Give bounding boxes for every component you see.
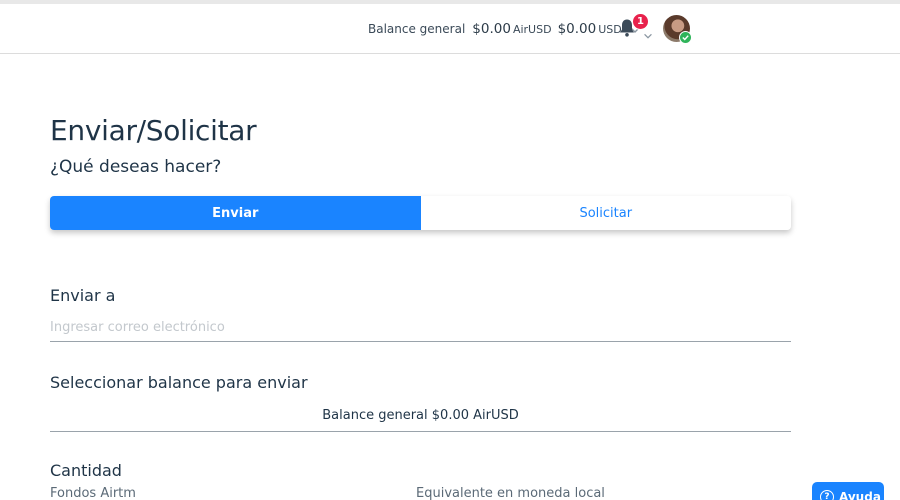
question-mark-icon: ? <box>820 490 834 500</box>
tab-enviar[interactable]: Enviar <box>50 196 421 230</box>
balance-currency-airusd: AirUSD <box>512 22 552 36</box>
select-balance-label: Seleccionar balance para enviar <box>50 373 308 392</box>
balance-amount-airusd: $0.00 <box>472 21 511 37</box>
notifications-button[interactable]: 1 <box>616 13 658 42</box>
local-currency-equivalent-label: Equivalente en moneda local <box>416 486 605 500</box>
send-request-toggle: Enviar Solicitar <box>50 196 791 230</box>
help-button[interactable]: ? Ayuda <box>812 482 884 500</box>
amount-label: Cantidad <box>50 461 122 480</box>
verified-check-icon <box>679 31 692 44</box>
chevron-down-icon <box>642 27 654 46</box>
avatar[interactable] <box>663 15 692 44</box>
selected-balance-value: Balance general $0.00 AirUSD <box>322 408 519 423</box>
page-title: Enviar/Solicitar <box>50 114 257 147</box>
action-question: ¿Qué deseas hacer? <box>50 157 222 177</box>
tab-solicitar[interactable]: Solicitar <box>420 196 791 230</box>
help-label: Ayuda <box>839 490 881 500</box>
balance-amount-usd: $0.00 <box>557 21 597 37</box>
funds-airtm-label: Fondos Airtm <box>50 486 136 500</box>
balance-summary-dropdown[interactable]: Balance general $0.00 AirUSD $0.00 USD <box>368 18 642 40</box>
top-header: Balance general $0.00 AirUSD $0.00 USD 1 <box>0 4 900 54</box>
balance-select[interactable]: Balance general $0.00 AirUSD <box>50 400 791 432</box>
email-field[interactable] <box>50 314 791 342</box>
send-to-label: Enviar a <box>50 286 116 305</box>
balance-label: Balance general <box>368 22 466 36</box>
